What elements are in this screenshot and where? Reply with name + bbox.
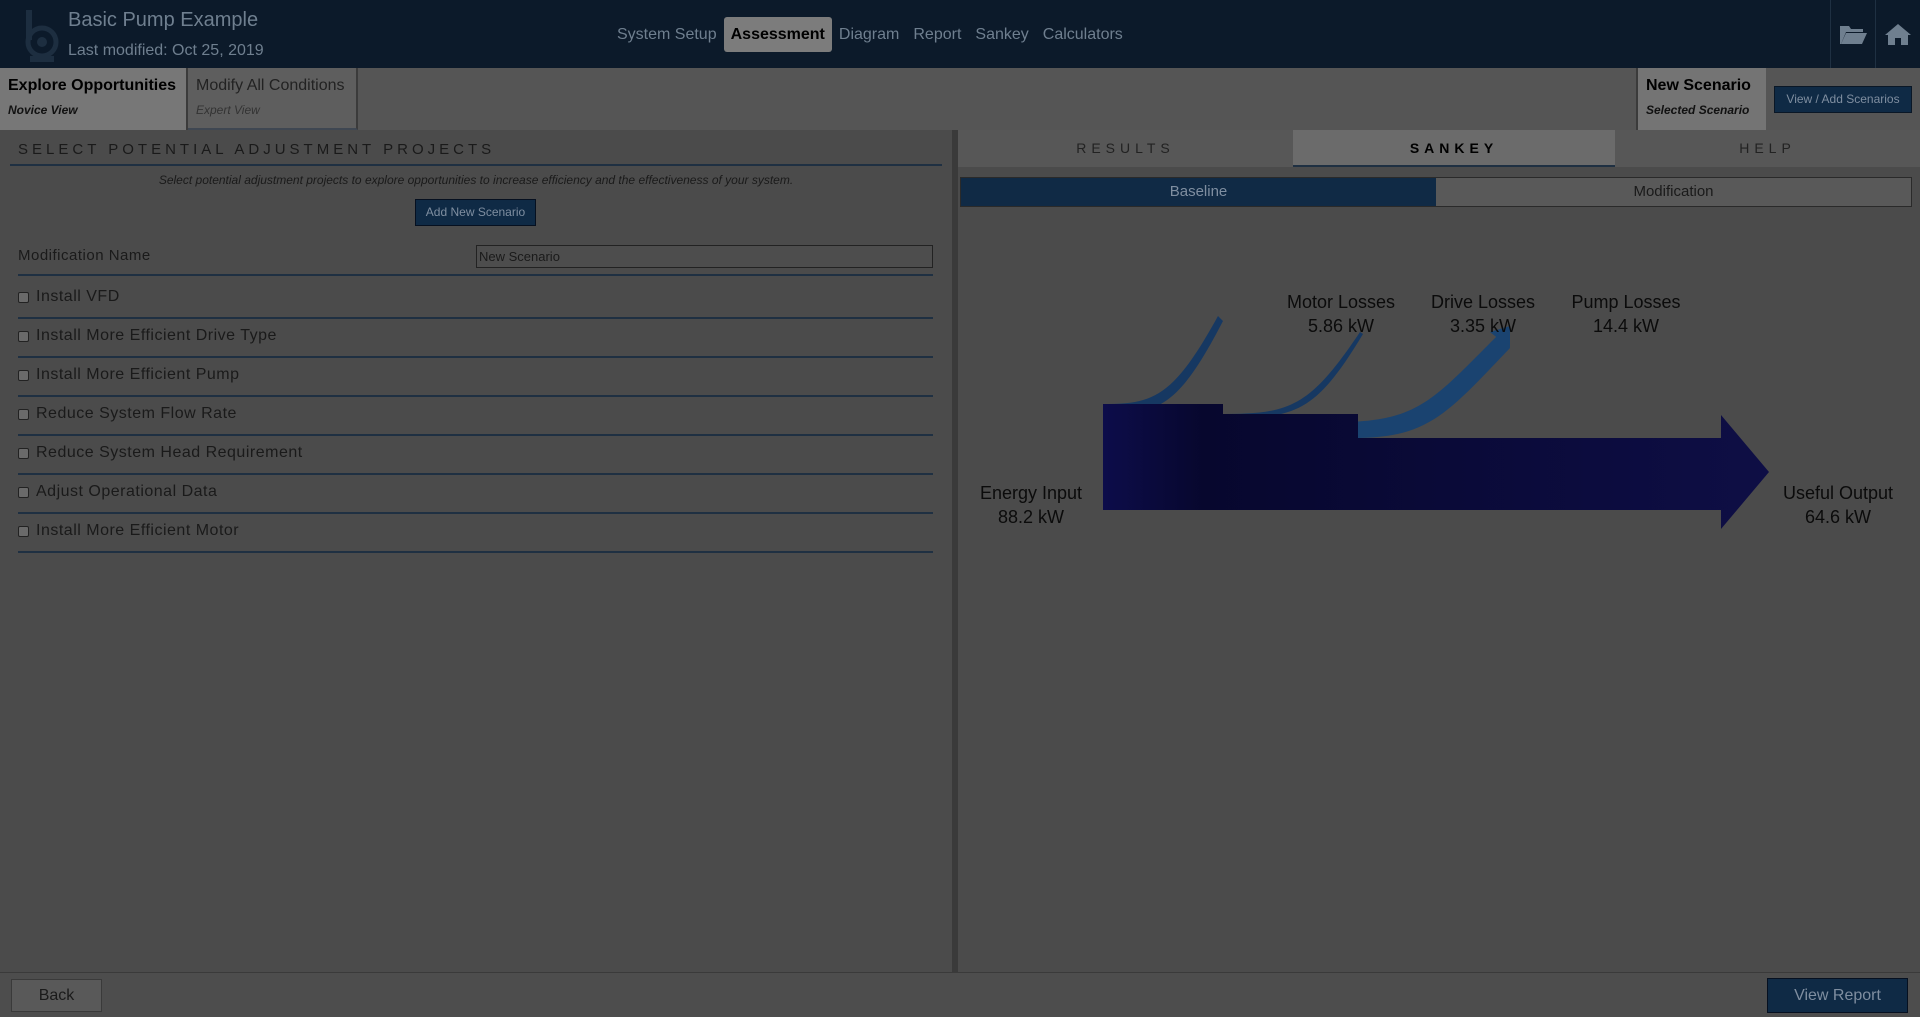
tab-explore-opportunities[interactable]: Explore Opportunities Novice View	[0, 68, 188, 130]
project-efficient-pump[interactable]: Install More Efficient Pump	[18, 365, 240, 385]
checkbox[interactable]	[18, 369, 29, 381]
pump-losses-name: Pump Losses	[1571, 292, 1680, 312]
divider	[18, 395, 933, 397]
project-label: Reduce System Flow Rate	[36, 405, 237, 422]
instructions-text: Select potential adjustment projects to …	[158, 173, 794, 187]
tab-help[interactable]: HELP	[1615, 130, 1920, 167]
results-panel: RESULTS SANKEY HELP Baseline Modificatio…	[958, 130, 1920, 972]
last-modified: Last modified: Oct 25, 2019	[68, 42, 264, 59]
adjustment-projects-panel: SELECT POTENTIAL ADJUSTMENT PROJECTS Sel…	[0, 130, 952, 972]
energy-input-name: Energy Input	[980, 483, 1082, 503]
useful-output-name: Useful Output	[1783, 483, 1893, 503]
divider	[18, 317, 933, 319]
drive-loss-flow	[1218, 332, 1363, 418]
drive-losses-name: Drive Losses	[1431, 292, 1535, 312]
drive-losses-value: 3.35 kW	[1450, 316, 1516, 336]
divider	[18, 356, 933, 358]
baseline-modification-toggle: Baseline Modification	[960, 177, 1912, 207]
open-folder-button[interactable]	[1830, 0, 1875, 68]
footer: Back View Report	[0, 972, 1920, 1017]
divider	[18, 274, 933, 276]
divider	[18, 434, 933, 436]
nav-sankey[interactable]: Sankey	[968, 17, 1035, 52]
checkbox[interactable]	[18, 447, 29, 459]
nav-report[interactable]: Report	[906, 17, 968, 52]
selected-scenario: New Scenario Selected Scenario	[1636, 68, 1766, 130]
tab-subtitle: Expert View	[196, 103, 260, 117]
baseline-option[interactable]: Baseline	[961, 178, 1436, 206]
project-label: Adjust Operational Data	[36, 483, 218, 500]
motor-losses-value: 5.86 kW	[1308, 316, 1374, 336]
results-tabs: RESULTS SANKEY HELP	[958, 130, 1920, 167]
checkbox[interactable]	[18, 330, 29, 342]
project-label: Install More Efficient Drive Type	[36, 327, 277, 344]
project-label: Install VFD	[36, 288, 120, 305]
tab-modify-all-conditions[interactable]: Modify All Conditions Expert View	[188, 68, 358, 130]
project-label: Install More Efficient Motor	[36, 522, 240, 539]
pump-losses-value: 14.4 kW	[1593, 316, 1659, 336]
main-nav: System Setup Assessment Diagram Report S…	[610, 17, 1130, 52]
top-icons	[1830, 0, 1920, 68]
checkbox[interactable]	[18, 486, 29, 498]
view-add-scenarios-button[interactable]: View / Add Scenarios	[1774, 86, 1912, 113]
scenario-name: New Scenario	[1646, 77, 1751, 94]
section-title: SELECT POTENTIAL ADJUSTMENT PROJECTS	[18, 141, 496, 158]
tab-subtitle: Novice View	[8, 103, 78, 117]
modification-name-input[interactable]	[476, 245, 933, 268]
nav-system-setup[interactable]: System Setup	[610, 17, 724, 52]
sankey-diagram: Motor Losses 5.86 kW Drive Losses 3.35 k…	[980, 292, 1893, 529]
nav-calculators[interactable]: Calculators	[1036, 17, 1130, 52]
divider	[18, 512, 933, 514]
project-efficient-drive[interactable]: Install More Efficient Drive Type	[18, 326, 277, 346]
add-new-scenario-button[interactable]: Add New Scenario	[415, 199, 536, 226]
app-title: Basic Pump Example	[68, 9, 259, 31]
energy-input-value: 88.2 kW	[998, 507, 1064, 527]
home-button[interactable]	[1875, 0, 1920, 68]
checkbox[interactable]	[18, 291, 29, 303]
top-navbar: Basic Pump Example Last modified: Oct 25…	[0, 0, 1920, 68]
project-reduce-flow-rate[interactable]: Reduce System Flow Rate	[18, 404, 237, 424]
modification-option[interactable]: Modification	[1436, 178, 1911, 206]
nav-diagram[interactable]: Diagram	[832, 17, 906, 52]
tab-title: Modify All Conditions	[196, 77, 345, 94]
project-efficient-motor[interactable]: Install More Efficient Motor	[18, 521, 239, 541]
divider	[10, 164, 942, 166]
motor-losses-name: Motor Losses	[1287, 292, 1395, 312]
tab-title: Explore Opportunities	[8, 77, 177, 94]
back-button[interactable]: Back	[11, 979, 102, 1012]
motor-loss-flow	[1103, 316, 1223, 414]
tab-sankey[interactable]: SANKEY	[1293, 130, 1615, 167]
view-report-button[interactable]: View Report	[1767, 978, 1908, 1013]
pump-loss-flow	[1338, 335, 1510, 438]
project-reduce-head[interactable]: Reduce System Head Requirement	[18, 443, 303, 463]
project-label: Reduce System Head Requirement	[36, 444, 303, 461]
modification-name-label: Modification Name	[18, 247, 151, 264]
checkbox[interactable]	[18, 408, 29, 420]
pump-logo-icon	[25, 10, 59, 62]
project-adjust-operational-data[interactable]: Adjust Operational Data	[18, 482, 217, 502]
scenario-subtitle: Selected Scenario	[1646, 103, 1750, 117]
project-install-vfd[interactable]: Install VFD	[18, 287, 120, 307]
divider	[18, 551, 933, 553]
home-icon	[1885, 24, 1911, 45]
folder-open-icon	[1840, 26, 1867, 44]
tab-results[interactable]: RESULTS	[958, 130, 1293, 167]
nav-assessment[interactable]: Assessment	[723, 17, 832, 52]
useful-output-value: 64.6 kW	[1805, 507, 1871, 527]
main-energy-flow	[1103, 404, 1769, 529]
divider	[18, 473, 933, 475]
project-label: Install More Efficient Pump	[36, 366, 240, 383]
checkbox[interactable]	[18, 525, 29, 537]
